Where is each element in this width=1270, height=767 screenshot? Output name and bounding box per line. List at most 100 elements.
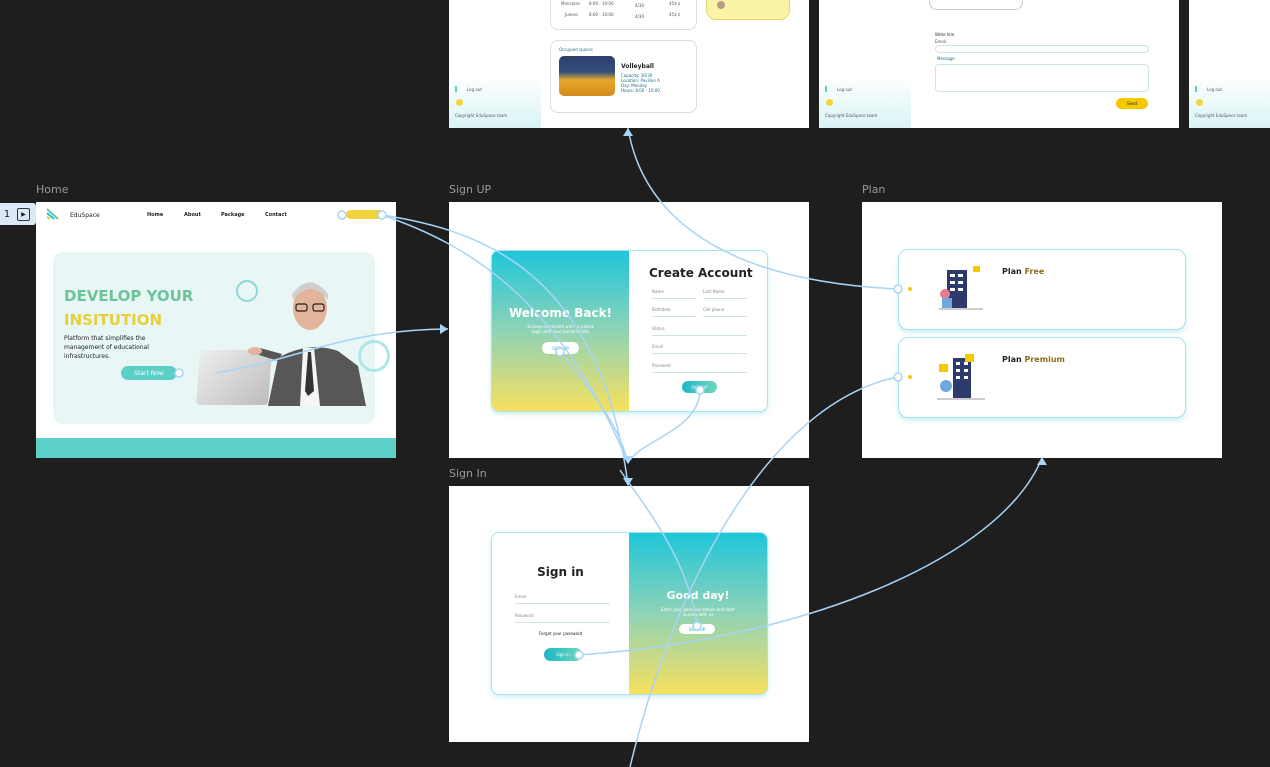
schedule-time: 8:00 - 10:00 [589, 1, 614, 6]
partial-frame: Log out Copyright EduSpace team [1189, 0, 1270, 128]
building-illustration-icon [937, 354, 985, 400]
plan-name: Premium [1024, 355, 1065, 364]
flow-number: 1 [3, 208, 11, 220]
write-him-label: Write him [935, 32, 955, 37]
plan-name: Free [1024, 267, 1045, 276]
welcome-title: Welcome Back! [508, 306, 613, 320]
user-avatar [456, 99, 463, 106]
name-input[interactable]: Name [652, 289, 696, 299]
brand-name: EduSpace [70, 212, 100, 219]
arrowhead-icon [1037, 457, 1047, 465]
signin-title: Sign in [537, 565, 584, 579]
greeting-signup-button[interactable]: SIGN UP [679, 624, 715, 634]
schedule-price: 45$ ¢ [669, 1, 681, 6]
greeting-text: Enter your personal details and start jo… [661, 607, 735, 617]
schedule-time: 8:00 - 10:00 [589, 12, 614, 17]
signup-frame: Welcome Back! To keep connected with us … [449, 202, 809, 458]
greeting-panel: Good day! Enter your personal details an… [629, 533, 767, 694]
lastname-input[interactable]: Last Name [703, 289, 747, 299]
sidebar [819, 0, 911, 128]
schedule-price: 45$ ¢ [669, 12, 681, 17]
schedule-day: Jueves [565, 12, 579, 17]
send-button[interactable]: Send [1116, 98, 1148, 109]
frame-label-home[interactable]: Home [36, 183, 68, 196]
birthdate-input[interactable]: Birthdate [652, 307, 696, 317]
user-avatar [1196, 99, 1203, 106]
email-input[interactable]: Email [515, 594, 610, 604]
copyright-text: Copyright EduSpace team [825, 113, 878, 118]
logo-icon [455, 86, 463, 92]
schedule-capacity: 4/30 [635, 3, 644, 8]
frame-label-plan[interactable]: Plan [862, 183, 885, 196]
welcome-signup-button[interactable]: SIGN UP [542, 342, 579, 354]
arrowhead-icon [440, 324, 448, 334]
password-input[interactable]: Password [652, 363, 747, 373]
avatar [717, 1, 725, 9]
schedule-card: Miercoles 8:00 - 10:00 4/30 45$ ¢ Jueves… [550, 0, 697, 30]
copyright-text: Copyright EduSpace team [455, 113, 508, 118]
profile-card [929, 0, 1023, 10]
signup-submit-button[interactable]: SIGN UP [682, 381, 717, 393]
message-label: Message [937, 56, 955, 61]
nav-about[interactable]: About [184, 212, 201, 218]
home-frame: EduSpace Home About Package Contact DEVE… [36, 202, 396, 458]
plan-frame: Plan Free Plan Premium [862, 202, 1222, 458]
schedule-day: Miercoles [561, 1, 580, 6]
businessman-image [248, 282, 366, 406]
arrowhead-icon [623, 478, 633, 486]
logo-icon [46, 208, 59, 220]
occupied-title: Occupied spaces [559, 47, 593, 52]
message-textarea[interactable] [935, 64, 1149, 92]
sidebar [449, 0, 541, 128]
plan-premium-card[interactable]: Plan Premium [898, 337, 1186, 418]
cellphone-input[interactable]: Cell phone [703, 307, 747, 317]
email-input[interactable]: Email [652, 344, 747, 354]
signin-card: Sign in Email Password Forget your passw… [491, 532, 768, 695]
sidebar [1189, 0, 1270, 128]
signup-card: Welcome Back! To keep connected with us … [491, 250, 768, 412]
status-input[interactable]: Status [652, 326, 747, 336]
nav-home[interactable]: Home [147, 212, 163, 218]
play-icon[interactable]: ▶ [17, 207, 30, 221]
venue-name: Volleyball [621, 63, 654, 70]
greeting-title: Good day! [666, 589, 730, 602]
plan-premium-title: Plan Premium [1002, 355, 1065, 364]
signin-submit-button[interactable]: Sign in [544, 648, 582, 661]
notification-bubble [706, 0, 790, 20]
email-label: Email [935, 39, 947, 44]
logo-icon [825, 86, 833, 92]
user-avatar [826, 99, 833, 106]
signin-frame: Sign in Email Password Forget your passw… [449, 486, 809, 742]
flow-starting-point[interactable]: 1 ▶ [0, 203, 36, 225]
logo-icon [1195, 86, 1203, 92]
create-account-title: Create Account [649, 266, 753, 280]
nav-contact[interactable]: Contact [265, 212, 287, 218]
hero-headline-line1: DEVELOP YOUR [64, 287, 194, 305]
hero-headline-line2: INSITUTION [64, 311, 163, 329]
frame-label-signin[interactable]: Sign In [449, 467, 487, 480]
hero-section: DEVELOP YOUR INSITUTION Platform that si… [53, 252, 390, 424]
schedule-capacity: 4/30 [635, 14, 644, 19]
building-illustration-icon [939, 266, 983, 310]
email-input[interactable] [935, 45, 1149, 53]
volleyball-court-image [559, 56, 615, 96]
plan-free-card[interactable]: Plan Free [898, 249, 1186, 330]
login-button[interactable] [346, 210, 384, 219]
footer-bar [36, 438, 396, 458]
welcome-text: To keep connected with us please login w… [526, 324, 595, 334]
start-now-button[interactable]: Start Now [121, 366, 177, 380]
logout-link[interactable]: Log out [467, 87, 482, 92]
logout-link[interactable]: Log out [837, 87, 852, 92]
copyright-text: Copyright EduSpace team [1195, 113, 1248, 118]
plan-prefix: Plan [1002, 267, 1022, 276]
contact-frame: Log out Copyright EduSpace team Write hi… [819, 0, 1179, 128]
logout-link[interactable]: Log out [1207, 87, 1222, 92]
forgot-password-link[interactable]: Forget your password [492, 631, 629, 636]
nav-package[interactable]: Package [221, 212, 245, 218]
venue-details: Capacity: 30/30 Location: Pavilion A Day… [621, 73, 660, 93]
welcome-panel: Welcome Back! To keep connected with us … [492, 251, 629, 411]
password-input[interactable]: Password [515, 613, 610, 623]
plan-free-title: Plan Free [1002, 267, 1044, 276]
hero-description: Platform that simplifies the management … [64, 335, 149, 360]
frame-label-signup[interactable]: Sign UP [449, 183, 491, 196]
